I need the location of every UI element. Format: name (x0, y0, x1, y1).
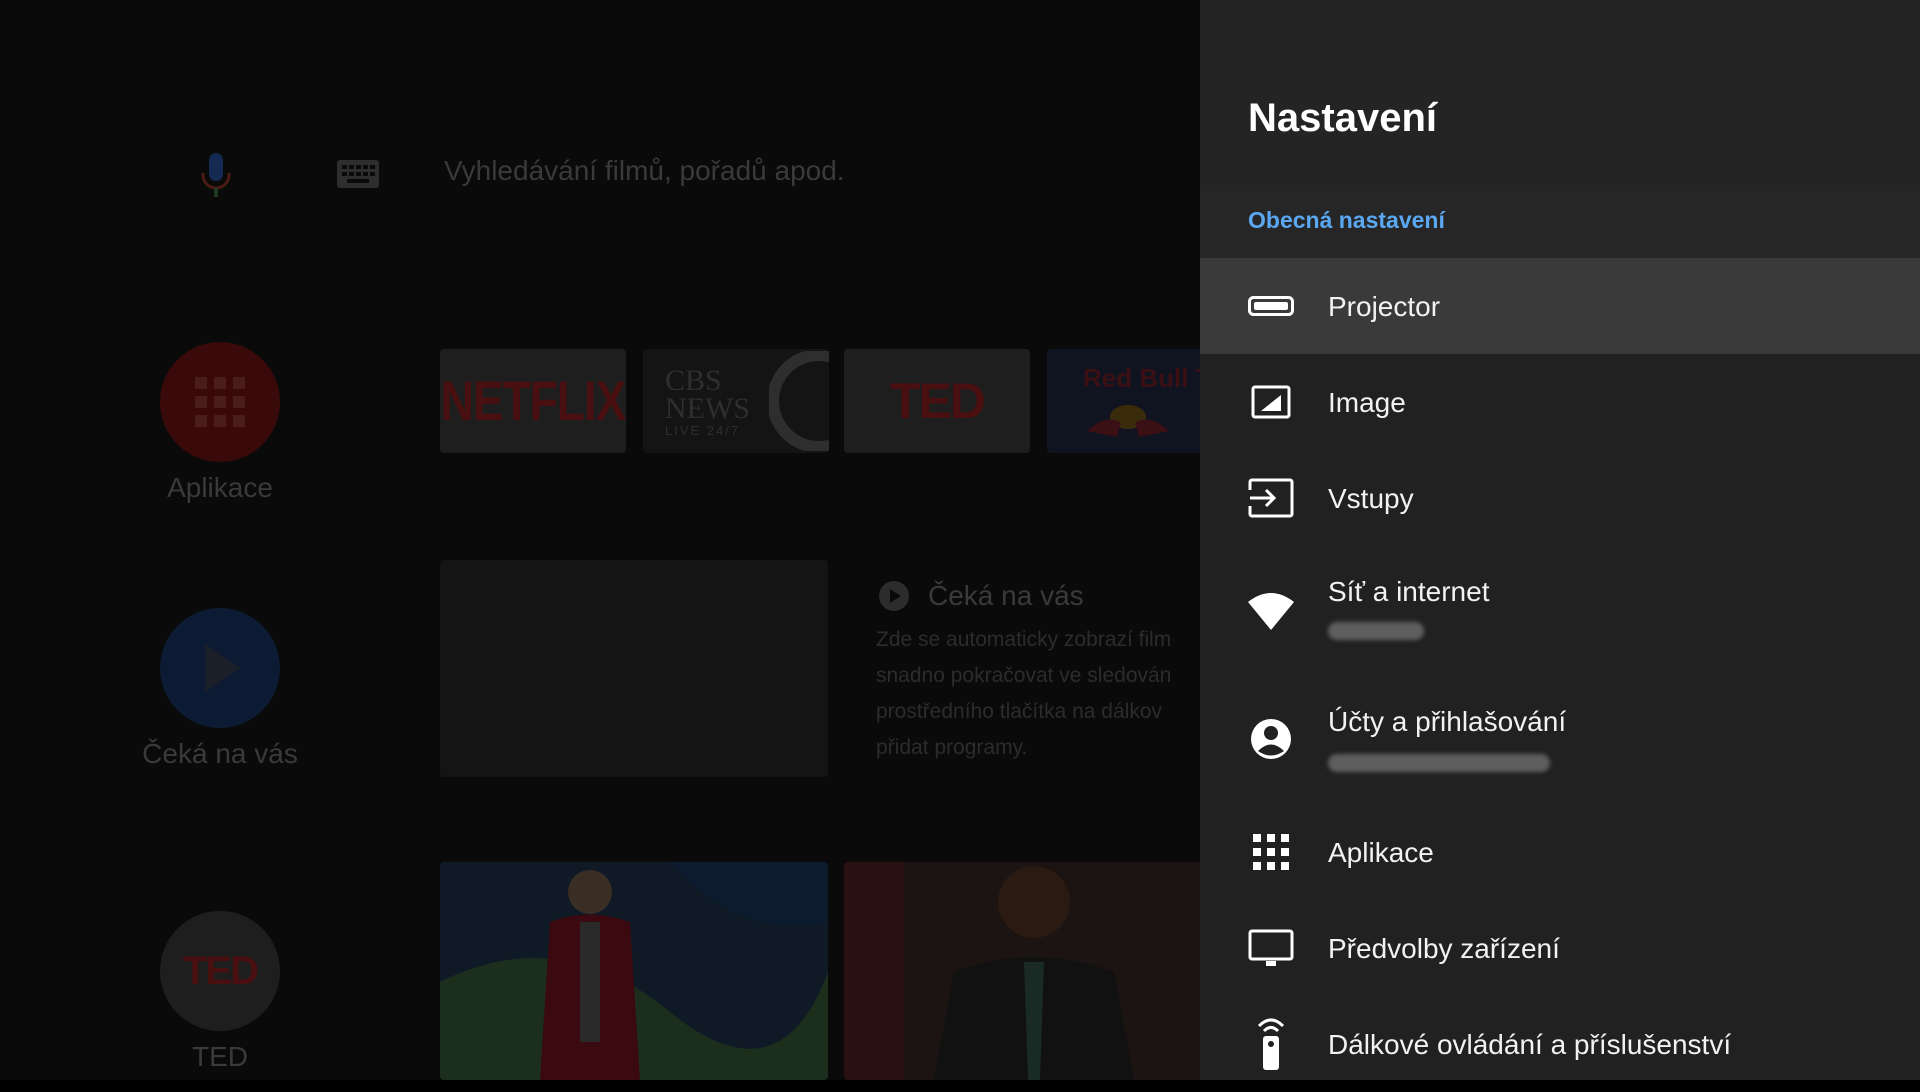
netflix-tile[interactable]: NETFLIX (440, 349, 626, 453)
settings-item-remote-accessories[interactable]: Dálkové ovládání a příslušenství (1200, 996, 1920, 1092)
waiting-title: Čeká na vás (928, 580, 1084, 611)
settings-item-accounts[interactable]: Účty a přihlašování (1200, 676, 1920, 804)
section-header: Obecná nastavení (1200, 185, 1920, 258)
projector-icon (1248, 283, 1294, 329)
apps-grid-icon (160, 342, 280, 462)
settings-item-label: Síť a internet (1328, 576, 1490, 607)
settings-item-label: Dálkové ovládání a příslušenství (1328, 1029, 1732, 1060)
settings-item-image[interactable]: Image (1200, 354, 1920, 450)
monitor-icon (1248, 925, 1294, 971)
account-email-redacted (1328, 754, 1550, 772)
settings-item-projector[interactable]: Projector (1200, 258, 1920, 354)
ted-label: TED (192, 1041, 248, 1072)
settings-item-label: Aplikace (1328, 837, 1434, 868)
waiting-shortcut[interactable]: Čeká na vás (100, 608, 340, 770)
settings-item-network[interactable]: Síť a internet (1200, 546, 1920, 676)
cbs-news-logo: CBS NEWS LIVE 24/7 (665, 364, 750, 439)
ted-tile[interactable]: TED (844, 349, 1030, 453)
section-general-settings: Obecná nastavení (1248, 207, 1445, 233)
play-icon (160, 608, 280, 728)
netflix-logo: NETFLIX (440, 369, 626, 433)
video-thumbnail[interactable] (440, 862, 828, 1080)
waiting-description: Zde se automaticky zobrazí film snadno p… (876, 628, 1172, 759)
settings-item-apps[interactable]: Aplikace (1200, 804, 1920, 900)
settings-item-label: Image (1328, 387, 1406, 418)
ted-tile-logo: TED (890, 373, 986, 429)
account-icon (1248, 716, 1294, 762)
redbull-bulls-icon (1087, 405, 1169, 437)
microphone-icon[interactable] (196, 151, 236, 199)
network-name-redacted (1328, 622, 1424, 640)
apps-label: Aplikace (167, 472, 273, 503)
settings-item-label: Předvolby zařízení (1328, 933, 1560, 964)
image-icon (1248, 379, 1294, 425)
redbull-tv-tile[interactable]: Red Bull TV (1047, 349, 1200, 453)
ted-logo: TED (160, 911, 280, 1031)
apps-shortcut[interactable]: Aplikace (100, 342, 340, 504)
home-screen: Vyhledávání filmů, pořadů apod. Aplikace… (0, 0, 1200, 1080)
settings-panel: Nastavení Obecná nastavení Projector Ima… (1200, 0, 1920, 1080)
speaker-thumbnail-image (844, 862, 1200, 1080)
waiting-label: Čeká na vás (142, 738, 298, 769)
search-input[interactable]: Vyhledávání filmů, pořadů apod. (444, 155, 845, 187)
settings-item-inputs[interactable]: Vstupy (1200, 450, 1920, 546)
settings-header: Nastavení (1200, 0, 1920, 185)
remote-icon (1248, 1016, 1294, 1072)
play-circle-icon (879, 581, 909, 611)
cbs-news-tile[interactable]: CBS NEWS LIVE 24/7 (643, 349, 829, 453)
search-bar: Vyhledávání filmů, pořadů apod. (0, 145, 1200, 205)
ted-shortcut[interactable]: TED TED (100, 911, 340, 1073)
speaker-thumbnail-image (440, 862, 828, 1080)
cbs-eye-icon (769, 351, 829, 451)
redbull-logo: Red Bull TV (1083, 363, 1200, 393)
settings-item-label: Účty a přihlašování (1328, 706, 1567, 737)
waiting-placeholder-card[interactable] (440, 560, 828, 777)
settings-item-label: Projector (1328, 291, 1441, 322)
video-thumbnail[interactable] (844, 862, 1200, 1080)
settings-item-device-preferences[interactable]: Předvolby zařízení (1200, 900, 1920, 996)
settings-item-label: Vstupy (1328, 483, 1414, 514)
wifi-icon (1248, 588, 1294, 634)
keyboard-icon[interactable] (336, 158, 380, 192)
page-title: Nastavení (1248, 96, 1437, 140)
input-icon (1248, 475, 1294, 521)
apps-grid-icon (1248, 829, 1294, 875)
